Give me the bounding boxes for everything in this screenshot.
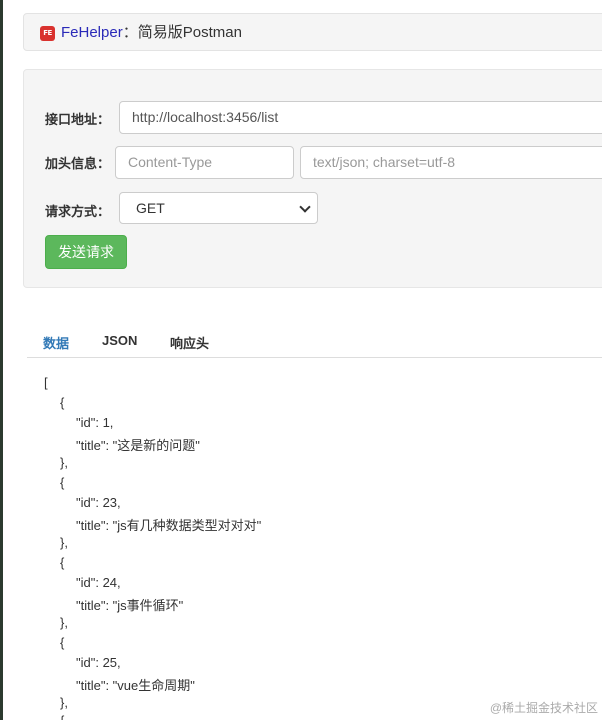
json-line: "title": "js事件循环" [76,598,184,613]
json-line: { [60,635,65,650]
request-form-panel: 接口地址： http://localhost:3456/list 加头信息： C… [23,69,602,288]
tab-data[interactable]: 数据 [43,333,69,352]
json-line: "title": "vue生命周期" [76,678,195,693]
method-label: 请求方式： [45,204,111,219]
response-tabs: 数据 JSON 响应头 [27,323,602,358]
json-line: }, [60,695,68,710]
json-line: "id": 24, [76,575,121,590]
json-line: "id": 25, [76,655,121,670]
json-line: "id": 1, [76,415,114,430]
fehelper-logo-icon: FE [40,26,55,41]
json-line: { [60,395,65,410]
chevron-down-icon [299,201,311,213]
json-line: { [60,475,65,490]
title-separator: ： [122,24,138,41]
method-selected-value: GET [136,200,165,216]
header-key-input[interactable]: Content-Type [115,146,294,179]
method-select[interactable]: GET [119,192,318,224]
watermark: @稀土掘金技术社区 [489,701,598,715]
tab-json[interactable]: JSON [102,333,137,348]
header-label: 加头信息： [45,156,111,171]
json-line: }, [60,535,68,550]
json-line: }, [60,615,68,630]
response-body: [ { "id": 1, "title": "这是新的问题" }, { "id"… [26,359,602,720]
app-title: FeHelper：简易版Postman [61,24,242,42]
header-value-input[interactable]: text/json; charset=utf-8 [300,146,602,179]
json-line: "id": 23, [76,495,121,510]
window-left-edge [0,0,3,720]
url-input[interactable]: http://localhost:3456/list [119,101,602,134]
json-line: "title": "这是新的问题" [76,438,200,453]
app-header: FE FeHelper：简易版Postman [23,13,602,51]
json-line: [ [44,375,48,390]
json-line: { [60,713,64,720]
json-line: }, [60,455,68,470]
json-line: { [60,555,65,570]
tool-title: 简易版Postman [137,24,242,41]
send-request-button[interactable]: 发送请求 [45,235,127,269]
json-line: "title": "js有几种数据类型对对对" [76,518,262,533]
url-label: 接口地址： [45,112,111,127]
tab-response-headers[interactable]: 响应头 [170,333,209,352]
brand-link[interactable]: FeHelper [61,24,123,41]
